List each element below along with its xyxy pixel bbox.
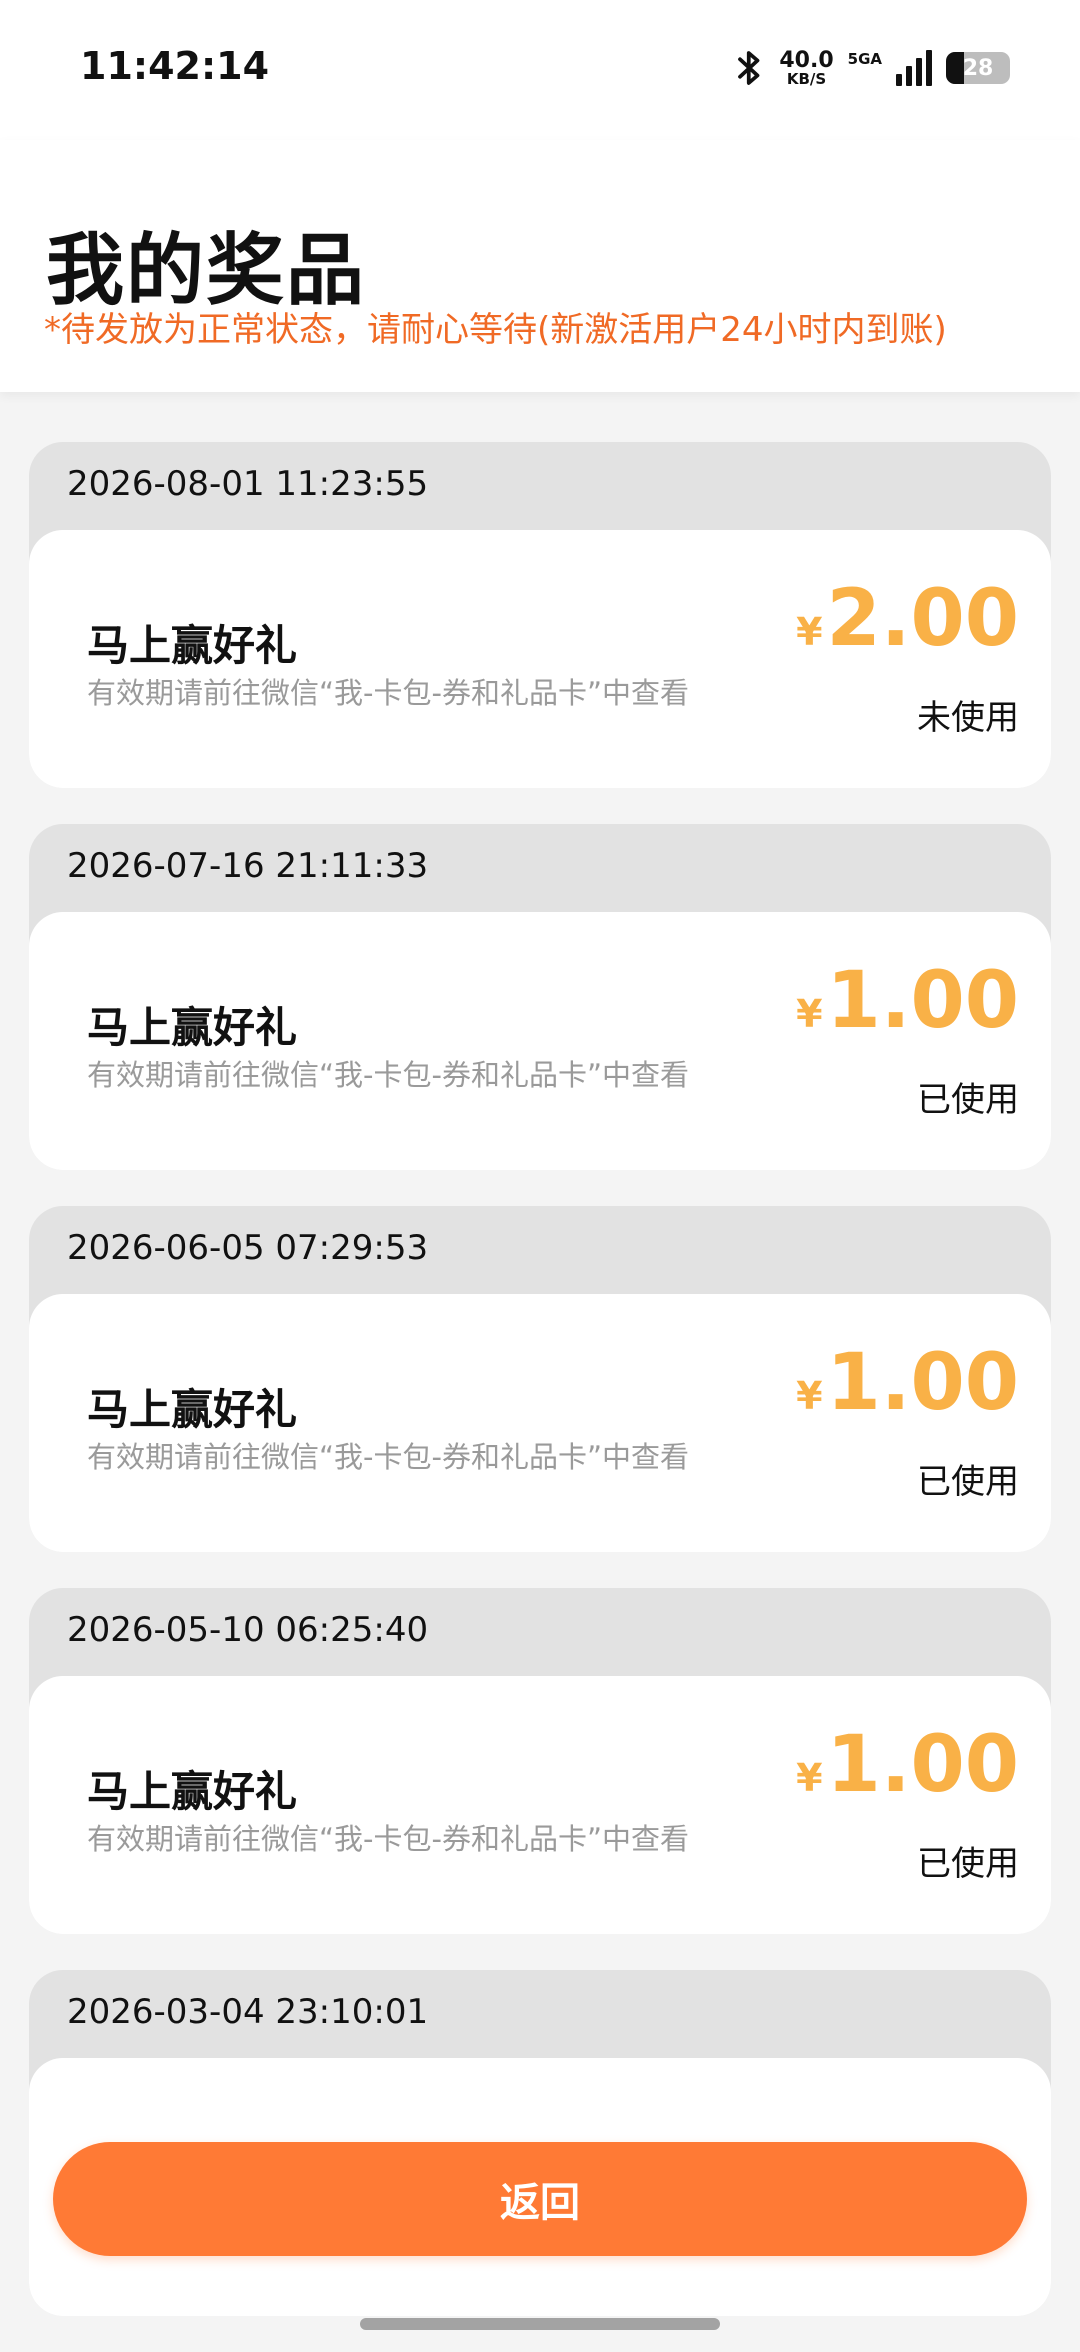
amount-value: 1.00 — [826, 956, 1019, 1046]
page-header: 我的奖品 *待发放为正常状态，请耐心等待(新激活用户24小时内到账) — [0, 140, 1080, 392]
network-type: 5GA — [847, 50, 882, 68]
status-bar: 11:42:14 40.0 KB/S 5GA 28 — [0, 0, 1080, 140]
prize-time: 2026-05-10 06:25:40 — [67, 1610, 429, 1650]
prize-amount: ¥ 1.00 — [796, 1726, 1019, 1804]
amount-value: 1.00 — [826, 1338, 1019, 1428]
prize-status: 未使用 — [917, 698, 1019, 738]
prize-amount: ¥ 2.00 — [796, 580, 1019, 658]
prize-card-body: 马上赢好礼 有效期请前往微信“我-卡包-券和礼品卡”中查看 ¥ 1.00 已使用 — [29, 912, 1051, 1170]
network-speed: 40.0 KB/S — [779, 47, 834, 88]
prize-time: 2026-07-16 21:11:33 — [67, 846, 429, 886]
notice-text: *待发放为正常状态，请耐心等待(新激活用户24小时内到账) — [44, 310, 947, 350]
prize-time: 2026-03-04 23:10:01 — [67, 1992, 429, 2032]
signal-icon — [896, 50, 932, 86]
prize-card[interactable]: 2026-07-16 21:11:33 马上赢好礼 有效期请前往微信“我-卡包-… — [29, 824, 1051, 1170]
amount-value: 1.00 — [826, 1720, 1019, 1810]
currency-symbol: ¥ — [796, 610, 823, 654]
battery-level: 28 — [962, 55, 994, 81]
back-button[interactable]: 返回 — [53, 2142, 1027, 2256]
prize-card-body: 马上赢好礼 有效期请前往微信“我-卡包-券和礼品卡”中查看 ¥ 1.00 已使用 — [29, 1676, 1051, 1934]
network-speed-unit: KB/S — [786, 69, 827, 88]
home-indicator[interactable] — [360, 2318, 720, 2330]
prize-list: 2026-08-01 11:23:55 马上赢好礼 有效期请前往微信“我-卡包-… — [29, 442, 1051, 2352]
prize-card[interactable]: 2026-06-05 07:29:53 马上赢好礼 有效期请前往微信“我-卡包-… — [29, 1206, 1051, 1552]
prize-title: 马上赢好礼 — [87, 1767, 298, 1816]
network-speed-value: 40.0 — [779, 47, 834, 73]
prize-desc: 有效期请前往微信“我-卡包-券和礼品卡”中查看 — [87, 1058, 689, 1092]
battery-fill — [946, 52, 964, 84]
currency-symbol: ¥ — [796, 992, 823, 1036]
currency-symbol: ¥ — [796, 1756, 823, 1800]
amount-value: 2.00 — [826, 574, 1019, 664]
prize-status: 已使用 — [917, 1462, 1019, 1502]
prize-desc: 有效期请前往微信“我-卡包-券和礼品卡”中查看 — [87, 1822, 689, 1856]
prize-status: 已使用 — [917, 1844, 1019, 1884]
bluetooth-icon — [738, 51, 760, 85]
prize-title: 马上赢好礼 — [87, 1003, 298, 1052]
prize-card[interactable]: 2026-05-10 06:25:40 马上赢好礼 有效期请前往微信“我-卡包-… — [29, 1588, 1051, 1934]
prize-amount: ¥ 1.00 — [796, 1344, 1019, 1422]
status-icons: 40.0 KB/S 5GA 28 — [735, 46, 1010, 90]
prize-status: 已使用 — [917, 1080, 1019, 1120]
prize-desc: 有效期请前往微信“我-卡包-券和礼品卡”中查看 — [87, 676, 689, 710]
prize-time: 2026-06-05 07:29:53 — [67, 1228, 429, 1268]
status-time: 11:42:14 — [80, 44, 270, 88]
prize-desc: 有效期请前往微信“我-卡包-券和礼品卡”中查看 — [87, 1440, 689, 1474]
battery-icon: 28 — [946, 52, 1010, 84]
prize-card[interactable]: 2026-08-01 11:23:55 马上赢好礼 有效期请前往微信“我-卡包-… — [29, 442, 1051, 788]
prize-amount: ¥ 1.00 — [796, 962, 1019, 1040]
prize-time: 2026-08-01 11:23:55 — [67, 464, 429, 504]
prize-title: 马上赢好礼 — [87, 1385, 298, 1434]
currency-symbol: ¥ — [796, 1374, 823, 1418]
prize-title: 马上赢好礼 — [87, 621, 298, 670]
prize-card-body: 马上赢好礼 有效期请前往微信“我-卡包-券和礼品卡”中查看 ¥ 1.00 已使用 — [29, 1294, 1051, 1552]
prize-card-body: 马上赢好礼 有效期请前往微信“我-卡包-券和礼品卡”中查看 ¥ 2.00 未使用 — [29, 530, 1051, 788]
